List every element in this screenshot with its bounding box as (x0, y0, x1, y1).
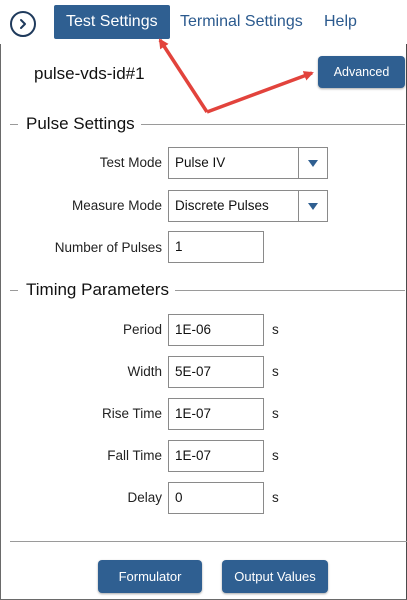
output-values-button[interactable]: Output Values (222, 560, 328, 593)
chevron-right-circle-icon[interactable] (10, 11, 36, 37)
measure-mode-select[interactable]: Discrete Pulses (168, 190, 328, 222)
timing-parameters-title: Timing Parameters (22, 279, 175, 301)
pulse-settings-title: Pulse Settings (22, 113, 141, 135)
triangle-down-icon (308, 203, 318, 210)
timing-parameters-header: Timing Parameters (0, 279, 405, 301)
triangle-down-icon (308, 160, 318, 167)
device-name: pulse-vds-id#1 (34, 64, 145, 83)
pulse-settings-header: Pulse Settings (0, 113, 405, 135)
tab-terminal-settings[interactable]: Terminal Settings (180, 5, 303, 39)
width-input[interactable]: 5E-07 (168, 356, 264, 388)
delay-label: Delay (127, 490, 162, 505)
tab-help[interactable]: Help (324, 5, 357, 39)
formulator-button[interactable]: Formulator (98, 560, 202, 593)
footer-divider (10, 541, 407, 542)
test-mode-select[interactable]: Pulse IV (168, 147, 328, 179)
measure-mode-label: Measure Mode (71, 198, 162, 213)
test-mode-value: Pulse IV (175, 155, 226, 170)
test-mode-label: Test Mode (99, 155, 162, 170)
width-unit: s (272, 364, 279, 379)
period-unit: s (272, 322, 279, 337)
rise-time-input[interactable]: 1E-07 (168, 398, 264, 430)
period-input[interactable]: 1E-06 (168, 314, 264, 346)
num-pulses-label: Number of Pulses (54, 240, 162, 255)
delay-input[interactable]: 0 (168, 482, 264, 514)
chevron-right-icon (20, 19, 26, 29)
fall-time-input[interactable]: 1E-07 (168, 440, 264, 472)
dropdown-toggle[interactable] (298, 191, 327, 221)
width-label: Width (127, 364, 162, 379)
measure-mode-value: Discrete Pulses (175, 198, 269, 213)
delay-unit: s (272, 490, 279, 505)
rise-time-unit: s (272, 406, 279, 421)
advanced-button[interactable]: Advanced (318, 56, 405, 88)
num-pulses-input[interactable]: 1 (168, 231, 264, 263)
period-label: Period (122, 322, 162, 337)
tab-test-settings[interactable]: Test Settings (54, 5, 170, 39)
fall-time-unit: s (272, 448, 279, 463)
fall-time-label: Fall Time (107, 448, 162, 463)
rise-time-label: Rise Time (101, 406, 162, 421)
dropdown-toggle[interactable] (298, 148, 327, 178)
tab-bar: Test Settings Terminal Settings Help (0, 0, 407, 44)
